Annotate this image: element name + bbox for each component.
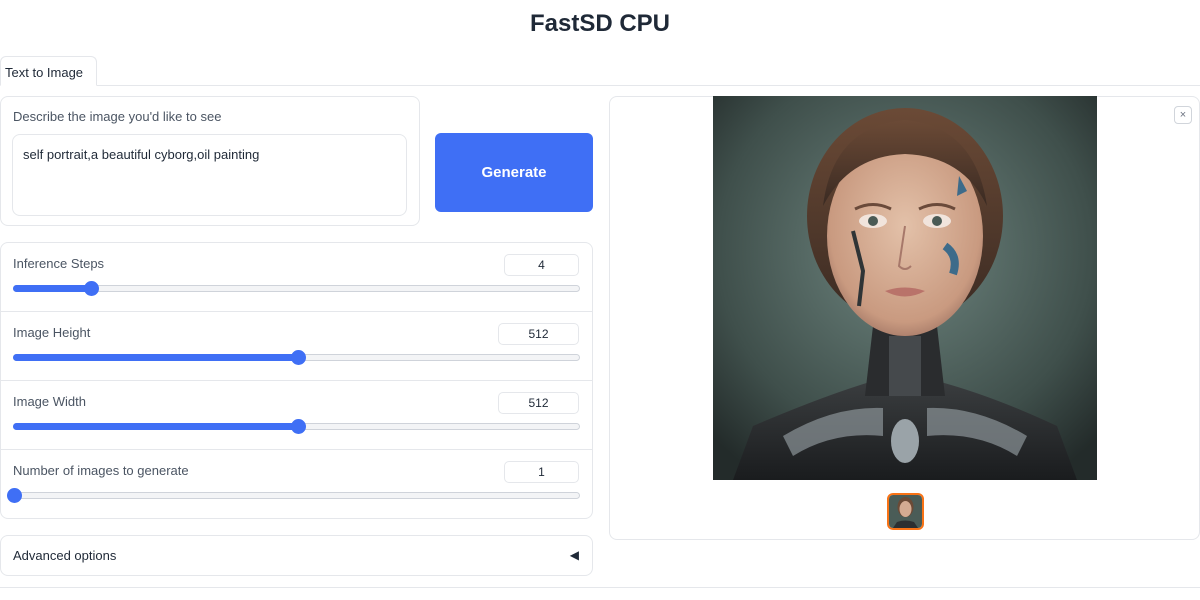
num-images-row: Number of images to generate 1 <box>1 450 592 518</box>
advanced-options-label: Advanced options <box>13 548 117 563</box>
num-images-label: Number of images to generate <box>13 463 189 478</box>
image-height-row: Image Height 512 <box>1 312 592 381</box>
image-width-label: Image Width <box>13 394 86 409</box>
image-width-row: Image Width 512 <box>1 381 592 450</box>
prompt-input[interactable] <box>12 134 407 216</box>
slider-fill <box>13 285 90 292</box>
advanced-options-accordion[interactable]: Advanced options ◀ <box>0 535 593 576</box>
tab-divider <box>0 85 1200 86</box>
num-images-slider[interactable] <box>7 488 580 503</box>
gallery-thumbnail[interactable] <box>887 493 924 530</box>
image-height-label: Image Height <box>13 325 91 340</box>
footer-divider <box>0 587 1200 588</box>
image-height-input[interactable]: 512 <box>498 323 579 345</box>
image-width-slider[interactable] <box>13 419 580 434</box>
inference-steps-row: Inference Steps 4 <box>1 243 592 312</box>
close-icon[interactable]: × <box>1174 106 1192 124</box>
inference-steps-input[interactable]: 4 <box>504 254 579 276</box>
settings-panel: Inference Steps 4 Image Height 512 Image… <box>0 242 593 519</box>
num-images-input[interactable]: 1 <box>504 461 579 483</box>
inference-steps-slider[interactable] <box>13 281 580 296</box>
collapse-arrow-icon[interactable]: ◀ <box>570 548 579 562</box>
image-width-input[interactable]: 512 <box>498 392 579 414</box>
tab-text-to-image[interactable]: Text to Image <box>0 56 97 86</box>
slider-fill <box>13 423 297 430</box>
slider-thumb[interactable] <box>290 419 306 434</box>
inference-steps-label: Inference Steps <box>13 256 105 271</box>
generate-button[interactable]: Generate <box>435 133 593 212</box>
slider-thumb[interactable] <box>290 350 306 365</box>
app-title: FastSD CPU <box>529 10 671 37</box>
generated-image <box>713 96 1097 480</box>
slider-thumb[interactable] <box>7 488 22 503</box>
slider-fill <box>13 354 297 361</box>
image-height-slider[interactable] <box>13 350 580 365</box>
slider-thumb[interactable] <box>83 281 99 296</box>
prompt-label: Describe the image you'd like to see <box>13 109 222 124</box>
